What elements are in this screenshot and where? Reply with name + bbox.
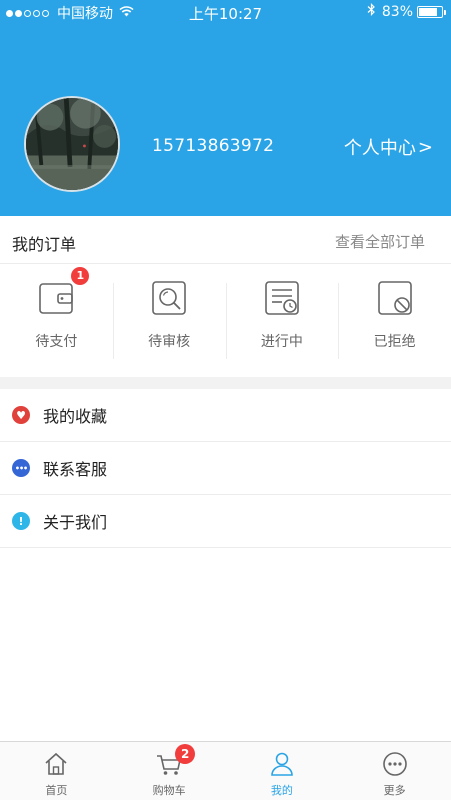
- tab-label: 我的: [270, 784, 293, 797]
- menu-item-label: 我的收藏: [43, 407, 108, 426]
- cart-count-badge: 2: [175, 744, 196, 764]
- tab-cart[interactable]: 2 购物车: [113, 742, 226, 800]
- chat-icon: •••: [12, 459, 30, 477]
- view-all-orders-link[interactable]: 查看全部订单: [335, 231, 425, 252]
- info-icon: !: [12, 512, 30, 530]
- tab-home[interactable]: 首页: [0, 742, 113, 800]
- battery-percent: 83%: [381, 3, 413, 20]
- menu-item-about-us[interactable]: ! 关于我们: [0, 495, 451, 548]
- heart-icon: ♥: [12, 406, 30, 424]
- order-pending-review[interactable]: 待审核: [112, 265, 226, 377]
- menu-item-customer-service[interactable]: ••• 联系客服: [0, 442, 451, 495]
- wallet-icon: 1: [37, 267, 90, 317]
- personal-center-label: 个人中心: [343, 138, 416, 159]
- menu-item-label: 关于我们: [43, 513, 108, 532]
- order-in-progress[interactable]: 进行中: [225, 265, 339, 377]
- home-icon: [42, 750, 70, 778]
- rejected-icon: [376, 279, 414, 317]
- section-divider: [0, 377, 451, 389]
- personal-center-link[interactable]: 个人中心 >: [344, 134, 433, 160]
- tab-mine[interactable]: 我的: [226, 742, 339, 800]
- tab-label: 首页: [45, 784, 68, 797]
- list-clock-icon: [263, 279, 301, 317]
- avatar[interactable]: [24, 96, 120, 192]
- status-bar: 中国移动 上午10:27 83%: [0, 0, 451, 24]
- order-label: 已拒绝: [373, 334, 416, 350]
- my-orders-header: 我的订单 查看全部订单: [0, 216, 451, 264]
- bluetooth-icon: [367, 3, 376, 20]
- battery-icon: [417, 5, 446, 18]
- cart-icon: 2: [155, 744, 196, 778]
- tab-more[interactable]: 更多: [338, 742, 451, 800]
- my-orders-title: 我的订单: [12, 235, 77, 254]
- more-icon: [381, 750, 409, 778]
- bottom-tab-bar: 首页 2 购物车 我的 更多: [0, 741, 451, 800]
- profile-header: 中国移动 上午10:27 83% 15713863972 个人中心 >: [0, 0, 451, 216]
- battery-fill: [419, 7, 437, 16]
- order-rejected[interactable]: 已拒绝: [338, 265, 451, 377]
- menu-item-favorites[interactable]: ♥ 我的收藏: [0, 389, 451, 442]
- pending-payment-badge: 1: [71, 267, 90, 285]
- search-review-icon: [150, 279, 188, 317]
- order-label: 进行中: [260, 334, 303, 350]
- tab-label: 更多: [383, 784, 406, 797]
- order-label: 待支付: [35, 334, 78, 350]
- order-status-row: 1 待支付 待审核 进行中 已拒绝: [0, 265, 451, 377]
- menu-item-label: 联系客服: [43, 460, 108, 479]
- chevron-right-icon: >: [417, 136, 433, 158]
- settings-menu: ♥ 我的收藏 ••• 联系客服 ! 关于我们: [0, 389, 451, 548]
- phone-number: 15713863972: [152, 136, 275, 156]
- order-label: 待审核: [148, 334, 191, 350]
- order-pending-payment[interactable]: 1 待支付: [0, 265, 113, 377]
- tab-label: 购物车: [152, 784, 186, 797]
- user-icon: [268, 750, 296, 778]
